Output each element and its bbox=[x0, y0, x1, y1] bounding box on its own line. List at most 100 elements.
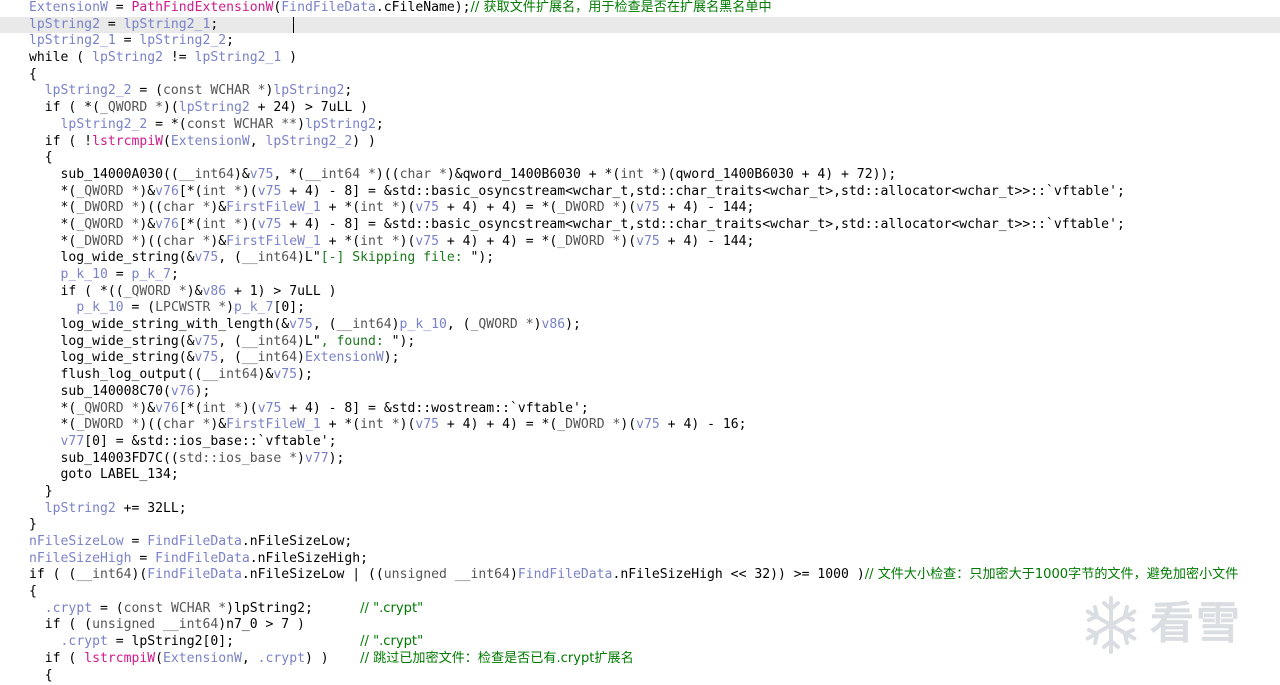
code-line[interactable]: lpString2_2 = *(const WCHAR **)lpString2… bbox=[0, 117, 1280, 134]
code-token-var: v75 bbox=[415, 200, 440, 216]
code-token-plain: , ( bbox=[312, 317, 337, 333]
code-token-var: p_k_10 bbox=[76, 300, 124, 316]
code-token-var: FirstFileW_1 bbox=[226, 200, 321, 216]
code-token-var: lpString2_1 bbox=[123, 16, 211, 32]
code-token-var: v75 bbox=[257, 216, 282, 232]
code-line[interactable]: sub_14000A030((__int64)&v75, *(__int64 *… bbox=[0, 167, 1280, 184]
code-line[interactable]: *(_QWORD *)&v76[*(int *)(v75 + 4) - 8] =… bbox=[0, 184, 1280, 201]
code-line[interactable]: flush_log_output((__int64)&v75); bbox=[0, 367, 1280, 384]
code-token-plain: { bbox=[29, 150, 53, 166]
code-token-plain: )( bbox=[620, 200, 637, 216]
code-token-plain: ); bbox=[383, 350, 400, 366]
code-token-var: v75 bbox=[194, 350, 219, 366]
code-token-plain: + 4) + 4) = *( bbox=[439, 417, 558, 433]
code-line[interactable]: lpString2_1 = lpString2_2; bbox=[0, 33, 1280, 50]
code-line[interactable]: *(_QWORD *)&v76[*(int *)(v75 + 4) - 8] =… bbox=[0, 401, 1280, 418]
code-line[interactable]: { bbox=[0, 67, 1280, 84]
code-line[interactable]: log_wide_string_with_length(&v75, (__int… bbox=[0, 317, 1280, 334]
code-token-plain: ; bbox=[210, 16, 219, 32]
code-token-type: char * bbox=[163, 233, 211, 249]
code-token-var: lpString2_2 bbox=[265, 133, 353, 149]
code-line[interactable]: log_wide_string(&v75, (__int64)L"[-] Ski… bbox=[0, 250, 1280, 267]
code-token-var: lpString2 bbox=[92, 50, 164, 66]
code-line[interactable]: nFileSizeLow = FindFileData.nFileSizeLow… bbox=[0, 534, 1280, 551]
code-token-var: v86 bbox=[541, 317, 566, 333]
code-token-plain: .nFileSizeLow; bbox=[241, 534, 353, 549]
code-token-plain: ; bbox=[226, 33, 234, 49]
code-line[interactable]: } bbox=[0, 517, 1280, 534]
code-line[interactable]: ExtensionW = PathFindExtensionW(FindFile… bbox=[0, 0, 1280, 17]
code-token-var: .crypt bbox=[60, 634, 108, 650]
code-line[interactable]: log_wide_string(&v75, (__int64)Extension… bbox=[0, 350, 1280, 367]
code-line[interactable]: goto LABEL_134; bbox=[0, 467, 1280, 484]
code-token-comment: // 获取文件扩展名，用于检查是否在扩展名黑名单中 bbox=[470, 0, 772, 15]
code-token-type: int * bbox=[360, 417, 400, 433]
code-token-plain: )L" bbox=[297, 250, 321, 266]
code-token-var: ExtensionW bbox=[163, 650, 242, 666]
code-line[interactable]: lpString2 += 32LL; bbox=[0, 501, 1280, 518]
code-line[interactable]: *(_DWORD *)((char *)&FirstFileW_1 + *(in… bbox=[0, 200, 1280, 217]
code-token-plain: "); bbox=[470, 250, 495, 266]
code-line[interactable]: if ( !lstrcmpiW(ExtensionW, lpString2_2)… bbox=[0, 134, 1280, 151]
code-line[interactable]: { bbox=[0, 150, 1280, 167]
code-token-type: const WCHAR * bbox=[163, 83, 266, 99]
code-token-plain: + *( bbox=[320, 233, 361, 249]
pseudocode-view[interactable]: ExtensionW = PathFindExtensionW (FindFile… bbox=[0, 0, 1280, 685]
code-line[interactable]: if ( *(_QWORD *)(lpString2 + 24) > 7uLL … bbox=[0, 100, 1280, 117]
code-line[interactable]: p_k_10 = p_k_7; bbox=[0, 267, 1280, 284]
code-token-type: unsigned __int64 bbox=[383, 567, 510, 583]
code-token-plain: = bbox=[123, 534, 148, 549]
code-token-var: lpString2 bbox=[273, 83, 345, 99]
code-line[interactable]: sub_140008C70(v76); bbox=[0, 384, 1280, 401]
code-token-type: const WCHAR * bbox=[123, 600, 227, 616]
code-token-plain: if ( ( bbox=[29, 567, 77, 583]
code-line[interactable]: nFileSizeHigh = FindFileData.nFileSizeHi… bbox=[0, 551, 1280, 568]
code-token-plain: ); bbox=[297, 367, 313, 383]
code-token-plain: = bbox=[115, 33, 140, 49]
code-line[interactable]: } bbox=[0, 484, 1280, 501]
code-token-plain: ( bbox=[155, 650, 164, 666]
code-token-var: lpString2 bbox=[178, 100, 250, 116]
text-caret bbox=[293, 16, 294, 33]
code-token-plain: )n7_0 > 7 ) bbox=[218, 617, 305, 633]
code-line[interactable]: p_k_10 = (LPCWSTR *)p_k_7[0]; bbox=[0, 300, 1280, 317]
code-token-var: p_k_10 bbox=[399, 317, 447, 333]
code-token-plain: [0]; bbox=[273, 300, 305, 316]
code-line[interactable]: if ( *((_QWORD *)&v86 + 1) > 7uLL ) bbox=[0, 284, 1280, 301]
code-line[interactable]: lpString2_2 = (const WCHAR *)lpString2; bbox=[0, 83, 1280, 100]
code-token-plain: log_wide_string(& bbox=[29, 350, 195, 366]
code-token-plain: sub_14000A030(( bbox=[29, 166, 179, 182]
code-token-plain: } bbox=[29, 483, 53, 499]
code-line[interactable]: v77[0] = &std::ios_base::`vftable'; bbox=[0, 434, 1280, 451]
code-line[interactable]: if ( (__int64)(FindFileData.nFileSizeLow… bbox=[0, 567, 1280, 584]
watermark-text: 看雪 bbox=[1150, 598, 1242, 649]
code-token-plain: { bbox=[29, 584, 37, 600]
code-token-var: v75 bbox=[273, 367, 298, 383]
code-token-var: lpString2_2 bbox=[44, 83, 132, 99]
code-line[interactable]: log_wide_string(&v75, (__int64)L", found… bbox=[0, 334, 1280, 351]
code-line[interactable]: *(_DWORD *)((char *)&FirstFileW_1 + *(in… bbox=[0, 417, 1280, 434]
code-token-plain: log_wide_string(& bbox=[29, 250, 195, 266]
code-line[interactable]: sub_14003FD7C((std::ios_base *)v77); bbox=[0, 451, 1280, 468]
code-token-plain: )& bbox=[139, 183, 156, 199]
code-line[interactable]: { bbox=[0, 668, 1280, 685]
snowflake-icon bbox=[1085, 596, 1137, 654]
code-token-comment: // ".crypt" bbox=[360, 634, 424, 650]
code-token-plain: )( bbox=[163, 100, 179, 116]
code-line[interactable]: *(_DWORD *)((char *)&FirstFileW_1 + *(in… bbox=[0, 234, 1280, 251]
code-token-plain: sub_140008C70( bbox=[29, 383, 171, 399]
code-token-plain: ) bbox=[297, 350, 305, 366]
code-line[interactable]: while ( lpString2 != lpString2_1 ) bbox=[0, 50, 1280, 67]
code-token-plain: while ( bbox=[29, 50, 93, 66]
code-token-plain: ) bbox=[297, 450, 305, 466]
code-token-plain: )(( bbox=[139, 233, 164, 249]
code-token-plain: = ( bbox=[92, 600, 124, 616]
code-line[interactable]: lpString2 = lpString2_1; bbox=[0, 16, 1280, 34]
code-token-plain: )& bbox=[233, 166, 250, 182]
code-token-var: FindFileData bbox=[147, 534, 242, 549]
code-line[interactable]: *(_QWORD *)&v76[*(int *)(v75 + 4) - 8] =… bbox=[0, 217, 1280, 234]
